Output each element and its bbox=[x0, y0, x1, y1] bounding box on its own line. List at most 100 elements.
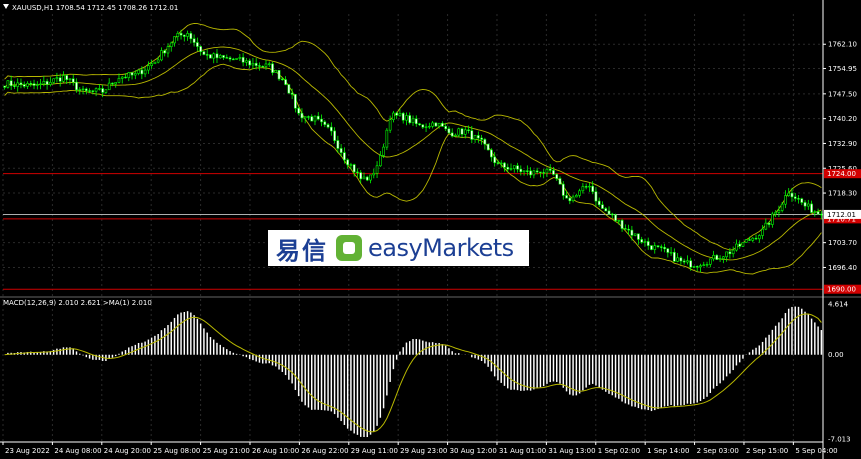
candle-body bbox=[663, 247, 666, 250]
brand-mark-icon bbox=[336, 235, 362, 261]
candle-body bbox=[454, 134, 457, 137]
candle-body bbox=[235, 58, 238, 60]
candle-body bbox=[22, 84, 26, 87]
price-tick-label: 1718.30 bbox=[828, 190, 857, 198]
candle-body bbox=[320, 118, 323, 123]
candle-body bbox=[806, 203, 810, 207]
last-price-tag-label: 1712.01 bbox=[827, 211, 856, 219]
time-tick-label: 2 Sep 15:00 bbox=[746, 447, 788, 455]
candle-body bbox=[143, 69, 147, 75]
candle-body bbox=[539, 171, 542, 174]
candle-body bbox=[542, 172, 545, 174]
candle-body bbox=[588, 185, 591, 188]
candle-body bbox=[196, 42, 199, 47]
candle-body bbox=[133, 73, 137, 76]
candle-body bbox=[535, 170, 539, 173]
candle-body bbox=[640, 239, 643, 243]
candle-body bbox=[496, 162, 500, 164]
candle-body bbox=[349, 164, 353, 166]
candle-body bbox=[617, 220, 621, 222]
candle-body bbox=[130, 72, 134, 76]
symbol-header: XAUUSD,H1 1708.54 1712.45 1708.26 1712.0… bbox=[12, 4, 178, 12]
candle-body bbox=[228, 57, 232, 60]
candle-body bbox=[58, 77, 62, 82]
easymarkets-logo: 易信 easyMarkets bbox=[268, 230, 529, 266]
candle-body bbox=[503, 162, 506, 168]
candle-body bbox=[470, 130, 474, 140]
candle-body bbox=[748, 239, 751, 241]
candle-body bbox=[790, 192, 794, 198]
candle-body bbox=[238, 57, 242, 59]
time-tick-label: 25 Aug 21:00 bbox=[203, 447, 250, 455]
macd-tick-label: -7.013 bbox=[828, 436, 851, 444]
candle-body bbox=[512, 165, 516, 169]
candle-body bbox=[9, 80, 13, 87]
candle-body bbox=[205, 54, 209, 56]
macd-header: MACD(12,26,9) 2.010 2.621 >MA(1) 2.010 bbox=[3, 299, 152, 307]
candle-body bbox=[120, 76, 124, 79]
candle-body bbox=[75, 81, 78, 91]
candle-body bbox=[183, 34, 186, 37]
candle-body bbox=[405, 115, 408, 121]
candle-body bbox=[428, 125, 431, 128]
candle-body bbox=[477, 135, 480, 139]
candle-body bbox=[150, 63, 153, 66]
candle-body bbox=[326, 124, 330, 128]
candle-body bbox=[114, 82, 118, 85]
candle-body bbox=[222, 55, 225, 58]
candle-body bbox=[630, 229, 634, 236]
candle-body bbox=[715, 254, 719, 260]
candle-body bbox=[300, 112, 304, 119]
candle-body bbox=[91, 90, 95, 92]
candle-body bbox=[297, 107, 300, 114]
candle-body bbox=[447, 128, 451, 134]
time-tick-label: 29 Aug 11:00 bbox=[351, 447, 398, 455]
candle-body bbox=[173, 36, 176, 44]
candle-body bbox=[251, 62, 255, 66]
candle-body bbox=[682, 260, 686, 263]
candle-body bbox=[784, 195, 787, 205]
price-tick-label: 1696.40 bbox=[828, 264, 857, 272]
candle-body bbox=[287, 84, 291, 94]
time-tick-label: 31 Aug 01:00 bbox=[499, 447, 546, 455]
candle-body bbox=[659, 246, 663, 248]
candle-body bbox=[16, 82, 20, 87]
time-tick-label: 1 Sep 02:00 bbox=[598, 447, 640, 455]
candle-body bbox=[245, 60, 248, 63]
price-tick-label: 1747.50 bbox=[828, 90, 857, 98]
candle-body bbox=[787, 192, 791, 196]
candle-body bbox=[751, 237, 755, 241]
candle-body bbox=[568, 197, 572, 202]
logo-brand: easyMarkets bbox=[368, 234, 514, 262]
candle-body bbox=[637, 233, 640, 240]
candle-body bbox=[529, 170, 532, 176]
candle-body bbox=[254, 62, 258, 66]
candle-body bbox=[153, 61, 157, 65]
candle-body bbox=[483, 139, 487, 145]
candle-body bbox=[761, 228, 764, 236]
candle-body bbox=[127, 72, 131, 79]
time-tick-label: 26 Aug 22:00 bbox=[301, 447, 348, 455]
candle-body bbox=[679, 257, 683, 262]
candle-body bbox=[107, 82, 111, 91]
candle-body bbox=[55, 77, 59, 80]
candle-body bbox=[294, 94, 297, 109]
candle-body bbox=[290, 92, 294, 95]
candle-body bbox=[594, 191, 598, 202]
candle-body bbox=[545, 168, 549, 174]
candle-body bbox=[718, 258, 722, 260]
candle-body bbox=[352, 164, 356, 173]
candle-body bbox=[281, 78, 284, 81]
candle-body bbox=[313, 115, 317, 122]
candle-body bbox=[437, 122, 441, 127]
candle-body bbox=[71, 78, 75, 83]
candle-body bbox=[444, 126, 447, 130]
candle-body bbox=[84, 88, 88, 91]
candle-body bbox=[176, 33, 180, 37]
candle-body bbox=[94, 88, 98, 92]
price-tick-label: 1740.20 bbox=[828, 115, 857, 123]
candle-body bbox=[248, 60, 251, 66]
candle-body bbox=[666, 248, 670, 253]
candle-body bbox=[199, 46, 202, 52]
candle-body bbox=[215, 53, 219, 59]
